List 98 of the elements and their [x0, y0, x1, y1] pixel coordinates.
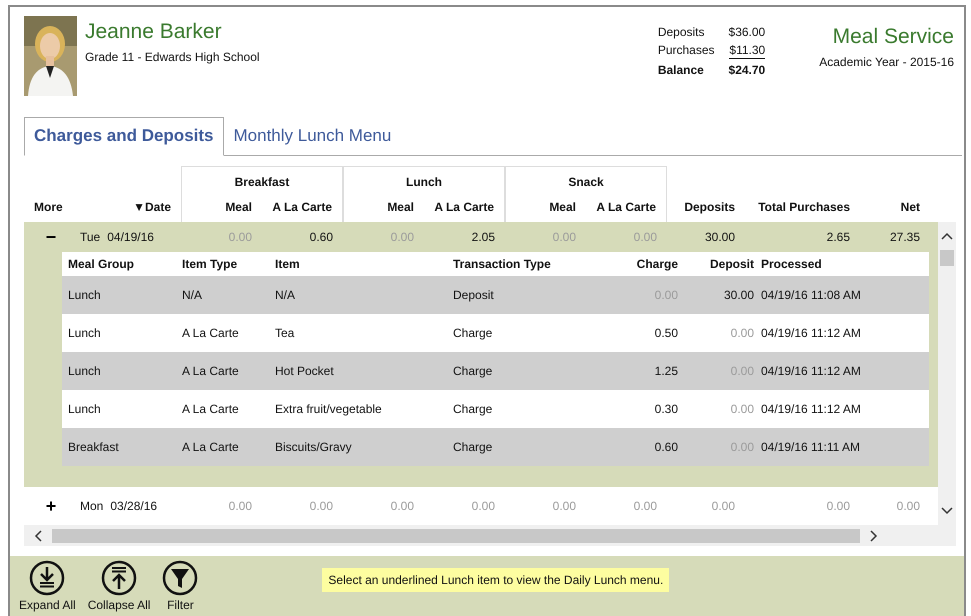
- expand-icon: [29, 560, 66, 596]
- column-group-header: Breakfast: [181, 166, 343, 192]
- table-cell-text: 0.00: [228, 499, 253, 513]
- table-cell-text: 0.00: [632, 230, 658, 244]
- table-cell-text: A La Carte: [182, 440, 240, 454]
- table-cell-text: 30.00: [722, 288, 754, 302]
- collapse-icon: [101, 560, 138, 596]
- tab[interactable]: Charges and Deposits: [24, 117, 224, 156]
- table-cell-text: N/A: [182, 288, 204, 302]
- table-cell-text: 0.00: [730, 402, 754, 416]
- table-cell-text: Charge: [453, 440, 494, 454]
- toolbar-button[interactable]: Collapse All: [84, 556, 154, 612]
- horizontal-scrollbar[interactable]: [24, 525, 956, 546]
- vertical-scrollbar[interactable]: [938, 222, 956, 525]
- table-cell-text: 0.60: [308, 230, 334, 244]
- table-cell-text: Biscuits/Gravy: [275, 440, 353, 454]
- table-cell-text: 0.00: [390, 230, 415, 244]
- table-cell-text: 04/19/16 11:12 AM: [760, 402, 862, 416]
- column-header: Deposits: [683, 199, 736, 216]
- summary-value: $11.30: [728, 43, 766, 59]
- column-header: Transaction Type: [453, 257, 552, 271]
- column-header: Item: [275, 257, 301, 271]
- table-cell-text: 0.00: [470, 499, 496, 513]
- table-cell-text: Lunch: [68, 402, 102, 416]
- table-cell-text: 04/19/16 11:12 AM: [760, 364, 862, 378]
- summary-value: $36.00: [728, 25, 766, 39]
- table-cell-text: A La Carte: [182, 402, 240, 416]
- table-cell-text: Breakfast: [68, 440, 120, 454]
- table-cell-text: 0.00: [710, 499, 736, 513]
- app-title: Meal Service: [832, 25, 954, 49]
- table-cell-text: 0.00: [552, 499, 577, 513]
- toolbar-button[interactable]: Filter: [159, 556, 202, 612]
- toggle-button[interactable]: −: [41, 226, 61, 248]
- scroll-down-icon[interactable]: [941, 507, 953, 515]
- table-cell-text: 0.00: [730, 326, 754, 340]
- column-header: Net: [900, 199, 921, 216]
- column-group-header: Lunch: [343, 166, 505, 192]
- table-cell-text: 1.25: [654, 364, 678, 378]
- table-cell-text: Extra fruit/vegetable: [275, 402, 383, 416]
- column-header: Deposit: [708, 257, 754, 271]
- table-cell-text: 0.00: [896, 499, 921, 513]
- table-cell-text: Charge: [453, 402, 494, 416]
- toggle-button[interactable]: +: [41, 496, 61, 516]
- table-cell-text: 0.00: [552, 230, 577, 244]
- column-header: Item Type: [182, 257, 238, 271]
- scroll-thumb[interactable]: [940, 250, 954, 266]
- table-cell-text: Charge: [453, 364, 494, 378]
- scroll-up-icon[interactable]: [941, 232, 953, 240]
- table-cell-text: 0.00: [228, 230, 253, 244]
- column-header: Processed: [760, 257, 823, 271]
- student-name: Jeanne Barker: [85, 20, 223, 44]
- table-cell-text: Deposit: [453, 288, 495, 302]
- table-cell-text: 04/19/16 11:11 AM: [760, 440, 861, 454]
- table-cell-text: A La Carte: [182, 326, 240, 340]
- tab[interactable]: Monthly Lunch Menu: [224, 117, 402, 156]
- scroll-left-icon[interactable]: [34, 530, 42, 542]
- table-cell-text: A La Carte: [182, 364, 240, 378]
- table-cell-text: 0.30: [654, 402, 678, 416]
- student-school: Grade 11 - Edwards High School: [85, 50, 260, 64]
- summary-value: $24.70: [728, 63, 766, 77]
- column-header: Charge: [636, 257, 678, 271]
- summary-label: Balance: [658, 63, 705, 77]
- scroll-right-icon[interactable]: [870, 530, 878, 542]
- scroll-thumb[interactable]: [52, 528, 860, 542]
- table-cell-text: Hot Pocket: [275, 364, 335, 378]
- table-cell-text: Tea: [275, 326, 296, 340]
- table-cell-text: Lunch: [68, 288, 102, 302]
- table-cell-text: 2.65: [826, 230, 851, 244]
- table-cell-text: 0.60: [654, 440, 678, 454]
- table-cell-text: 0.00: [632, 499, 658, 513]
- filter-icon: [162, 560, 198, 596]
- table-cell-text: 0.50: [654, 326, 678, 340]
- table-cell-text: 04/19/16 11:12 AM: [760, 326, 862, 340]
- table-cell-text: 27.35: [888, 230, 921, 244]
- table-cell-text: 0.00: [390, 499, 415, 513]
- summary-label: Deposits: [658, 25, 706, 39]
- date-cell: 04/19/16: [107, 230, 154, 244]
- toolbar-button[interactable]: Expand All: [16, 556, 79, 612]
- hint-message: Select an underlined Lunch item to view the Daily Lunch menu.: [322, 568, 670, 592]
- table-cell-text: 0.00: [826, 499, 851, 513]
- table-cell-text: 30.00: [704, 230, 736, 244]
- academic-year: Academic Year - 2015-16: [819, 55, 954, 69]
- summary-label: Purchases: [658, 43, 715, 59]
- date-cell: 03/28/16: [110, 499, 158, 513]
- day-cell: Tue: [80, 230, 100, 244]
- table-cell-text: Lunch: [68, 326, 102, 340]
- table-cell-text: 04/19/16 11:08 AM: [760, 288, 862, 302]
- column-header: Meal Group: [68, 257, 136, 271]
- table-cell-text: Lunch: [68, 364, 102, 378]
- column-header: More: [33, 199, 64, 216]
- table-cell-text: Charge: [453, 326, 494, 340]
- table-cell-text: 2.05: [470, 230, 496, 244]
- column-group-header: Snack: [505, 166, 667, 192]
- column-header: Total Purchases: [757, 199, 851, 216]
- table-cell-text: N/A: [275, 288, 296, 302]
- column-header[interactable]: ▼Date: [70, 192, 181, 222]
- day-cell: Mon: [80, 499, 104, 513]
- table-cell-text: 0.00: [308, 499, 334, 513]
